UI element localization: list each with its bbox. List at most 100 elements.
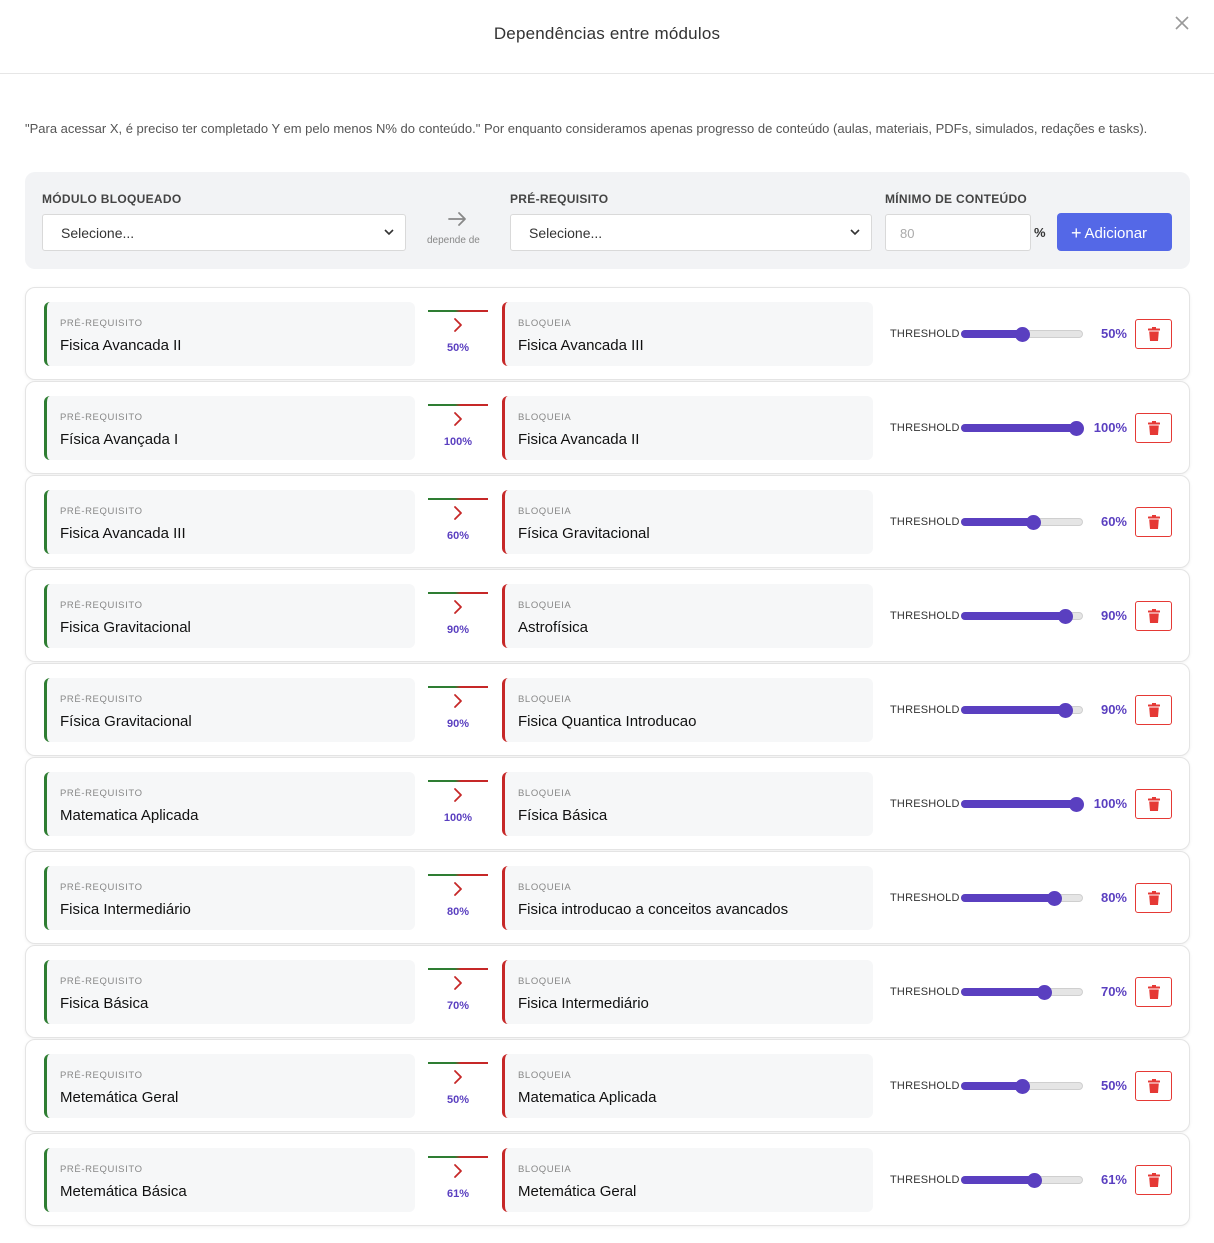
- arrow-right-icon: [448, 212, 466, 226]
- dependency-connector: 80%: [428, 874, 488, 924]
- blocked-card: BLOQUEIA Metemática Geral: [502, 1148, 873, 1212]
- add-button[interactable]: + Adicionar: [1057, 213, 1172, 251]
- prereq-card: PRÉ-REQUISITO Física Gravitacional: [44, 678, 415, 742]
- slider-thumb[interactable]: [1015, 1079, 1030, 1094]
- connector-threshold: 100%: [443, 436, 473, 448]
- slider-fill: [961, 1176, 1034, 1184]
- slider-fill: [961, 706, 1066, 714]
- blocked-module-name: Física Básica: [518, 807, 608, 824]
- dependency-row: PRÉ-REQUISITO Fisica Gravitacional 90% B…: [25, 569, 1190, 662]
- delete-button[interactable]: [1135, 601, 1172, 631]
- slider-thumb[interactable]: [1015, 327, 1030, 342]
- prereq-value: Selecione...: [529, 225, 603, 241]
- trash-icon: [1148, 985, 1160, 999]
- threshold-slider[interactable]: [961, 891, 1083, 906]
- threshold-slider[interactable]: [961, 421, 1084, 436]
- trash-icon: [1148, 609, 1160, 623]
- connector-threshold: 70%: [446, 1000, 470, 1012]
- blocked-card: BLOQUEIA Fisica Quantica Introducao: [502, 678, 873, 742]
- connector-line: [428, 404, 488, 406]
- threshold-slider[interactable]: [961, 1079, 1083, 1094]
- close-icon[interactable]: [1172, 14, 1192, 34]
- slider-thumb[interactable]: [1026, 1173, 1042, 1188]
- blocked-card-label: BLOQUEIA: [518, 788, 572, 799]
- prereq-module-name: Metemática Básica: [60, 1183, 187, 1200]
- blocked-card-label: BLOQUEIA: [518, 1070, 572, 1081]
- slider-thumb[interactable]: [1058, 703, 1074, 718]
- prereq-card: PRÉ-REQUISITO Metemática Geral: [44, 1054, 415, 1118]
- blocked-module-name: Fisica Intermediário: [518, 995, 649, 1012]
- slider-fill: [961, 988, 1044, 996]
- dependency-row: PRÉ-REQUISITO Metemática Geral 50% BLOQU…: [25, 1039, 1190, 1132]
- blocked-card: BLOQUEIA Matematica Aplicada: [502, 1054, 873, 1118]
- connector-line: [428, 686, 488, 688]
- prereq-card: PRÉ-REQUISITO Fisica Gravitacional: [44, 584, 415, 648]
- blocked-module-select[interactable]: Selecione...: [42, 214, 406, 251]
- threshold-slider[interactable]: [961, 985, 1083, 1000]
- prereq-card-label: PRÉ-REQUISITO: [60, 882, 143, 893]
- blocked-card-label: BLOQUEIA: [518, 318, 572, 329]
- delete-button[interactable]: [1135, 319, 1172, 349]
- blocked-card: BLOQUEIA Física Básica: [502, 772, 873, 836]
- dependency-row: PRÉ-REQUISITO Matematica Aplicada 100% B…: [25, 757, 1190, 850]
- delete-button[interactable]: [1135, 1165, 1172, 1195]
- threshold-slider[interactable]: [961, 1173, 1083, 1188]
- blocked-module-name: Física Gravitacional: [518, 525, 650, 542]
- threshold-label: THRESHOLD: [890, 422, 960, 434]
- threshold-label: THRESHOLD: [890, 328, 960, 340]
- prereq-card-label: PRÉ-REQUISITO: [60, 694, 143, 705]
- blocked-card: BLOQUEIA Astrofísica: [502, 584, 873, 648]
- slider-thumb[interactable]: [1058, 609, 1074, 624]
- blocked-card-label: BLOQUEIA: [518, 882, 572, 893]
- prereq-module-name: Fisica Básica: [60, 995, 149, 1012]
- delete-button[interactable]: [1135, 413, 1172, 443]
- delete-button[interactable]: [1135, 977, 1172, 1007]
- connector-threshold: 50%: [446, 342, 470, 354]
- dependency-connector: 90%: [428, 686, 488, 736]
- blocked-card: BLOQUEIA Fisica Avancada III: [502, 302, 873, 366]
- plus-icon: +: [1071, 223, 1082, 243]
- threshold-slider[interactable]: [961, 515, 1083, 530]
- slider-fill: [961, 518, 1033, 526]
- dependency-connector: 100%: [428, 780, 488, 830]
- delete-button[interactable]: [1135, 695, 1172, 725]
- chevron-right-icon: [454, 412, 462, 426]
- slider-fill: [961, 612, 1066, 620]
- depends-on-text: depende de: [427, 235, 480, 246]
- min-content-input[interactable]: 80: [885, 214, 1031, 251]
- prereq-select[interactable]: Selecione...: [510, 214, 872, 251]
- delete-button[interactable]: [1135, 1071, 1172, 1101]
- threshold-value: 70%: [1100, 984, 1127, 999]
- threshold-slider[interactable]: [961, 797, 1084, 812]
- dependency-row: PRÉ-REQUISITO Fisica Intermediário 80% B…: [25, 851, 1190, 944]
- modal-header: Dependências entre módulos: [0, 0, 1214, 74]
- threshold-slider[interactable]: [961, 327, 1083, 342]
- prereq-card-label: PRÉ-REQUISITO: [60, 600, 143, 611]
- trash-icon: [1148, 891, 1160, 905]
- delete-button[interactable]: [1135, 883, 1172, 913]
- prereq-module-name: Física Avançada I: [60, 431, 179, 448]
- connector-threshold: 100%: [443, 812, 473, 824]
- connector-threshold: 50%: [446, 1094, 470, 1106]
- slider-thumb[interactable]: [1047, 891, 1063, 906]
- chevron-right-icon: [454, 600, 462, 614]
- threshold-label: THRESHOLD: [890, 610, 960, 622]
- blocked-module-name: Fisica Avancada III: [518, 337, 644, 354]
- connector-line: [428, 1156, 488, 1158]
- threshold-value: 50%: [1100, 326, 1127, 341]
- slider-thumb[interactable]: [1069, 797, 1084, 812]
- connector-threshold: 80%: [446, 906, 470, 918]
- chevron-right-icon: [454, 1070, 462, 1084]
- slider-thumb[interactable]: [1025, 515, 1041, 530]
- dependency-row: PRÉ-REQUISITO Fisica Avancada II 50% BLO…: [25, 287, 1190, 380]
- delete-button[interactable]: [1135, 789, 1172, 819]
- threshold-slider[interactable]: [961, 703, 1083, 718]
- dependency-connector: 100%: [428, 404, 488, 454]
- threshold-value: 50%: [1100, 1078, 1127, 1093]
- slider-thumb[interactable]: [1036, 985, 1052, 1000]
- slider-thumb[interactable]: [1069, 421, 1084, 436]
- delete-button[interactable]: [1135, 507, 1172, 537]
- threshold-slider[interactable]: [961, 609, 1083, 624]
- blocked-card: BLOQUEIA Fisica Intermediário: [502, 960, 873, 1024]
- prereq-card: PRÉ-REQUISITO Fisica Avancada III: [44, 490, 415, 554]
